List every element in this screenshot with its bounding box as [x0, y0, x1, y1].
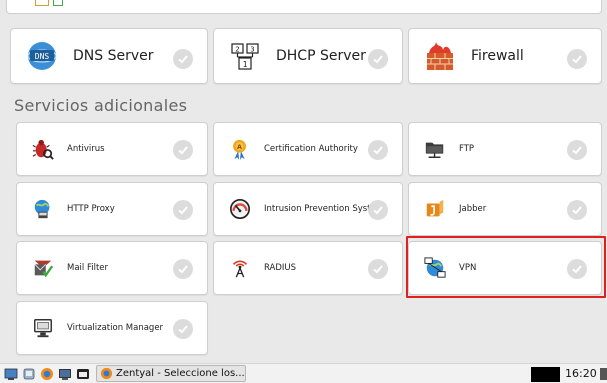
check-icon[interactable]	[173, 200, 193, 220]
ips-icon	[228, 197, 252, 221]
tray-edge	[600, 368, 607, 380]
service-card-radius[interactable]: RADIUS	[213, 241, 403, 295]
check-icon[interactable]	[173, 140, 193, 160]
service-card-antivirus[interactable]: Antivirus	[16, 122, 208, 176]
virtualization-manager-icon	[31, 316, 55, 340]
svg-text:3: 3	[250, 46, 254, 54]
taskbar: Zentyal - Seleccione los... 16:20	[0, 363, 607, 383]
check-icon[interactable]	[567, 49, 587, 69]
dns-server-icon: DNS	[25, 39, 59, 73]
browser-icon[interactable]	[40, 367, 54, 381]
section-title-additional: Servicios adicionales	[14, 96, 188, 115]
svg-text:1: 1	[243, 60, 248, 69]
browser-icon	[100, 367, 113, 380]
show-desktop-icon[interactable]	[4, 367, 18, 381]
check-icon[interactable]	[173, 259, 193, 279]
partial-service-card[interactable]	[6, 0, 602, 14]
check-icon[interactable]	[368, 200, 388, 220]
check-icon[interactable]	[368, 140, 388, 160]
taskbar-window-title: Zentyal - Seleccione los...	[116, 368, 245, 379]
dhcp-server-icon: 2 3 1	[228, 39, 262, 73]
service-card-mail-filter[interactable]: Mail Filter	[16, 241, 208, 295]
jabber-icon	[423, 197, 447, 221]
http-proxy-icon	[31, 197, 55, 221]
service-card-virtualization-manager[interactable]: Virtualization Manager	[16, 301, 208, 355]
service-card-http-proxy[interactable]: HTTP Proxy	[16, 182, 208, 236]
service-card-dns-server[interactable]: DNS DNS Server	[10, 28, 208, 84]
firewall-icon	[423, 39, 457, 73]
svg-text:2: 2	[235, 46, 239, 54]
svg-text:DNS: DNS	[35, 52, 50, 61]
service-card-firewall[interactable]: Firewall	[408, 28, 602, 84]
tray-indicator	[531, 367, 560, 382]
check-icon[interactable]	[173, 319, 193, 339]
file-manager-icon[interactable]	[22, 367, 36, 381]
check-icon[interactable]	[567, 200, 587, 220]
check-icon[interactable]	[567, 259, 587, 279]
mail-filter-icon	[31, 256, 55, 280]
svg-text:A: A	[237, 143, 242, 151]
window-icon[interactable]	[76, 367, 90, 381]
check-icon[interactable]	[567, 140, 587, 160]
service-card-dhcp-server[interactable]: 2 3 1 DHCP Server	[213, 28, 403, 84]
service-card-vpn[interactable]: VPN	[408, 241, 602, 295]
service-card-certification-authority[interactable]: A Certification Authority	[213, 122, 403, 176]
partial-card-icon	[35, 0, 49, 6]
terminal-icon[interactable]	[58, 367, 72, 381]
service-card-intrusion-prevention-system[interactable]: Intrusion Prevention System	[213, 182, 403, 236]
antivirus-icon	[31, 137, 55, 161]
certification-authority-icon: A	[228, 137, 252, 161]
vpn-icon	[423, 256, 447, 280]
taskbar-window-zentyal[interactable]: Zentyal - Seleccione los...	[96, 365, 246, 382]
service-card-ftp[interactable]: FTP	[408, 122, 602, 176]
ftp-icon	[423, 137, 447, 161]
radius-icon	[228, 256, 252, 280]
service-card-jabber[interactable]: Jabber	[408, 182, 602, 236]
partial-card-icon-2	[53, 0, 63, 6]
clock[interactable]: 16:20	[565, 367, 597, 380]
check-icon[interactable]	[368, 259, 388, 279]
check-icon[interactable]	[173, 49, 193, 69]
check-icon[interactable]	[368, 49, 388, 69]
